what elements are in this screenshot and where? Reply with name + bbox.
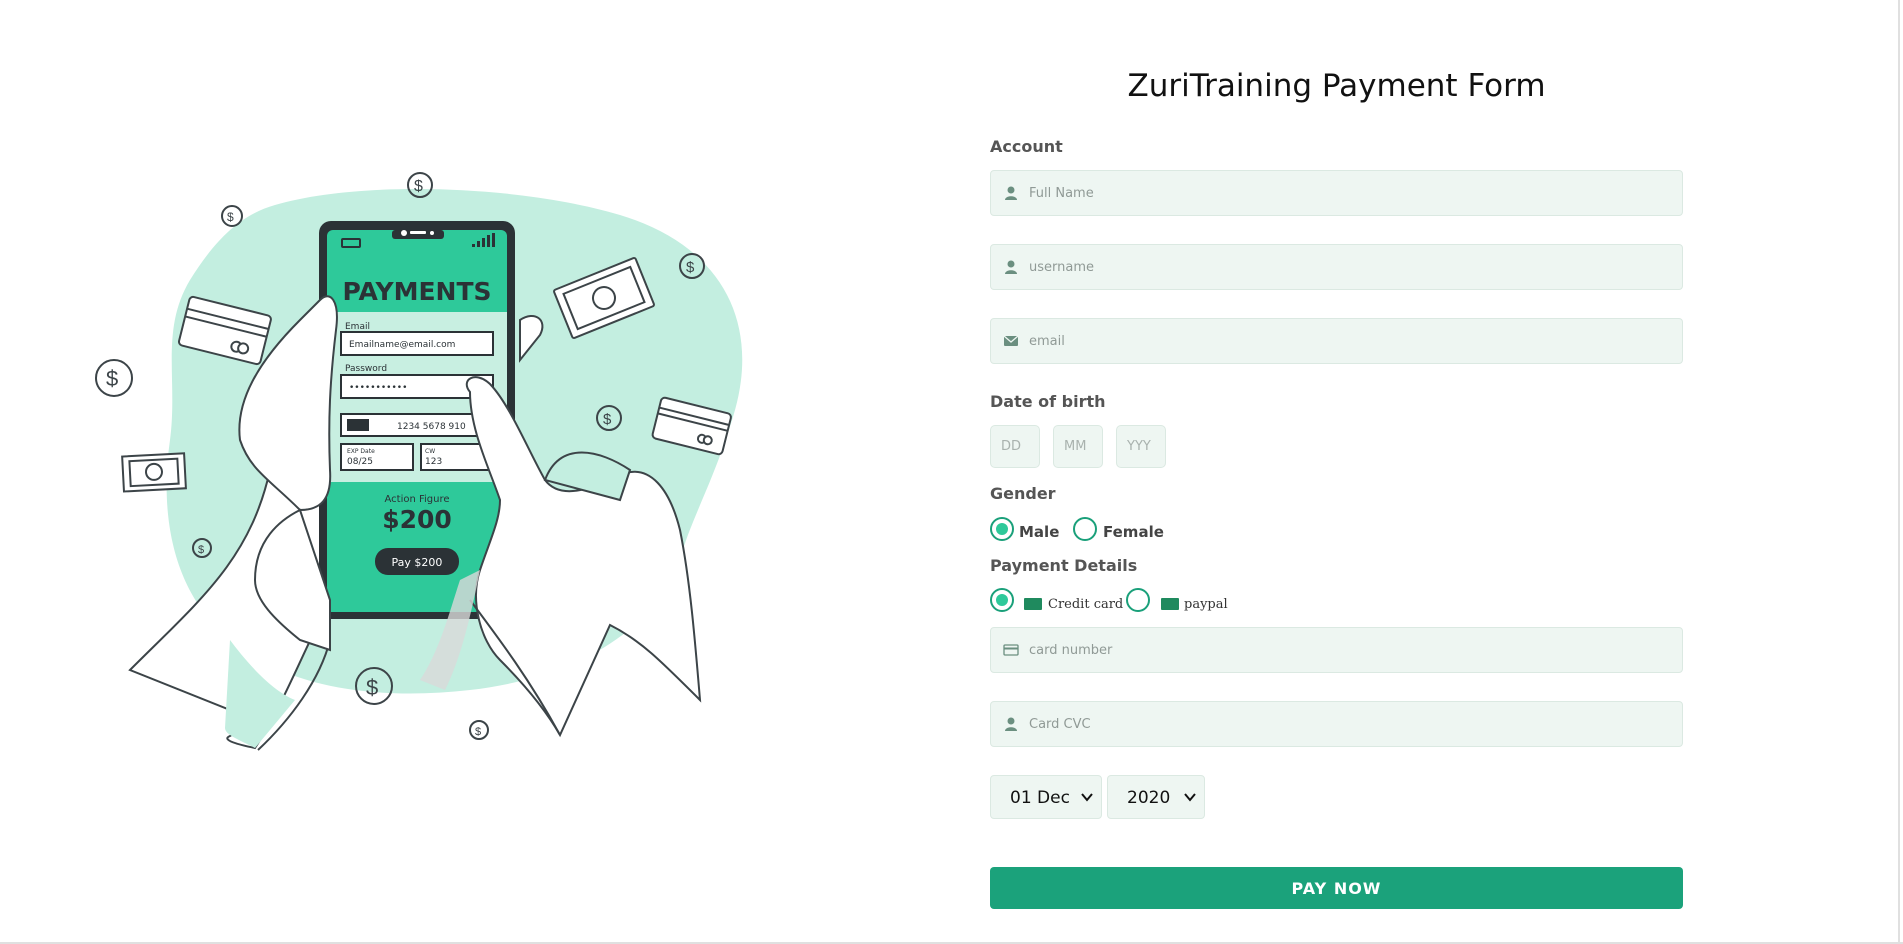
payment-credit-card-label[interactable]: Credit card: [1048, 597, 1123, 612]
pay-now-button[interactable]: PAY NOW: [990, 867, 1683, 909]
card-cvc-field[interactable]: [990, 701, 1683, 747]
card-number-input[interactable]: [1029, 628, 1669, 672]
gender-male-radio[interactable]: [990, 517, 1014, 541]
gender-female-radio[interactable]: [1073, 517, 1097, 541]
payment-paypal-label[interactable]: paypal: [1184, 597, 1228, 612]
user-icon: [1005, 186, 1017, 200]
card-number-field[interactable]: [990, 627, 1683, 673]
dob-day-input[interactable]: [991, 426, 1039, 467]
payment-details-label: Payment Details: [990, 556, 1138, 575]
full-name-field[interactable]: [990, 170, 1683, 216]
illustration-email-label: Email: [345, 322, 370, 332]
card-cvc-input[interactable]: [1029, 702, 1669, 746]
paypal-icon: [1161, 598, 1179, 610]
credit-card-icon: [1003, 644, 1019, 656]
illustration-exp-label: EXP Date: [347, 448, 375, 455]
svg-text:$: $: [366, 675, 378, 700]
expiry-year-select[interactable]: 2020: [1107, 775, 1205, 819]
payment-paypal-radio[interactable]: [1126, 588, 1150, 612]
illustration-password-value: •••••••••••: [349, 383, 407, 393]
payment-credit-card-radio[interactable]: [990, 588, 1014, 612]
svg-text:$: $: [475, 726, 481, 738]
dob-month-input[interactable]: [1054, 426, 1102, 467]
dob-year-input[interactable]: [1117, 426, 1165, 467]
envelope-icon: [1003, 335, 1019, 346]
username-input[interactable]: [1029, 245, 1669, 289]
payment-form: ZuriTraining Payment Form Account Date o…: [990, 0, 1683, 944]
illustration-item-label: Action Figure: [384, 494, 449, 505]
date-of-birth-label: Date of birth: [990, 392, 1106, 411]
cash-drawing-2: [121, 452, 187, 493]
payment-illustration: $ $ $ $ $ $ $ $ PAYMENTS Email Emailname…: [0, 0, 960, 944]
window-right-edge: [1898, 0, 1900, 944]
illustration-cvv-label: CW: [425, 448, 435, 455]
dob-month-field[interactable]: [1053, 425, 1103, 468]
illustration-price: $200: [382, 505, 452, 534]
svg-text:$: $: [106, 366, 118, 391]
full-name-input[interactable]: [1029, 171, 1669, 215]
chevron-down-icon: [1184, 793, 1196, 802]
account-label: Account: [990, 137, 1063, 156]
page-title: ZuriTraining Payment Form: [1127, 68, 1546, 104]
illustration-password-label: Password: [345, 364, 387, 374]
gender-label: Gender: [990, 484, 1056, 503]
svg-text:$: $: [686, 259, 695, 276]
expiry-day-value: 01 Dec: [1010, 788, 1070, 808]
illustration-exp-value: 08/25: [347, 457, 373, 467]
illustration-svg: $ $ $ $ $ $ $ $ PAYMENTS Email Emailname…: [95, 172, 743, 751]
illustration-cvv-value: 123: [425, 457, 442, 467]
dob-year-field[interactable]: [1116, 425, 1166, 468]
dob-day-field[interactable]: [990, 425, 1040, 468]
illustration-card-number: 1234 5678 910: [397, 422, 466, 432]
illustration-email-value: Emailname@email.com: [349, 340, 455, 350]
gender-male-label[interactable]: Male: [1019, 523, 1059, 541]
svg-text:$: $: [414, 178, 423, 195]
illustration-screen-title: PAYMENTS: [342, 277, 491, 306]
expiry-year-value: 2020: [1127, 788, 1171, 808]
email-input[interactable]: [1029, 319, 1669, 363]
chevron-down-icon: [1081, 793, 1093, 802]
expiry-day-select[interactable]: 01 Dec: [990, 775, 1102, 819]
illustration-pay-button: Pay $200: [392, 556, 443, 569]
svg-text:$: $: [227, 210, 234, 224]
email-field[interactable]: [990, 318, 1683, 364]
user-icon: [1005, 717, 1017, 731]
svg-text:$: $: [603, 411, 612, 428]
username-field[interactable]: [990, 244, 1683, 290]
user-icon: [1005, 260, 1017, 274]
gender-female-label[interactable]: Female: [1103, 523, 1164, 541]
visa-icon: [1024, 598, 1042, 610]
svg-text:$: $: [198, 544, 204, 556]
